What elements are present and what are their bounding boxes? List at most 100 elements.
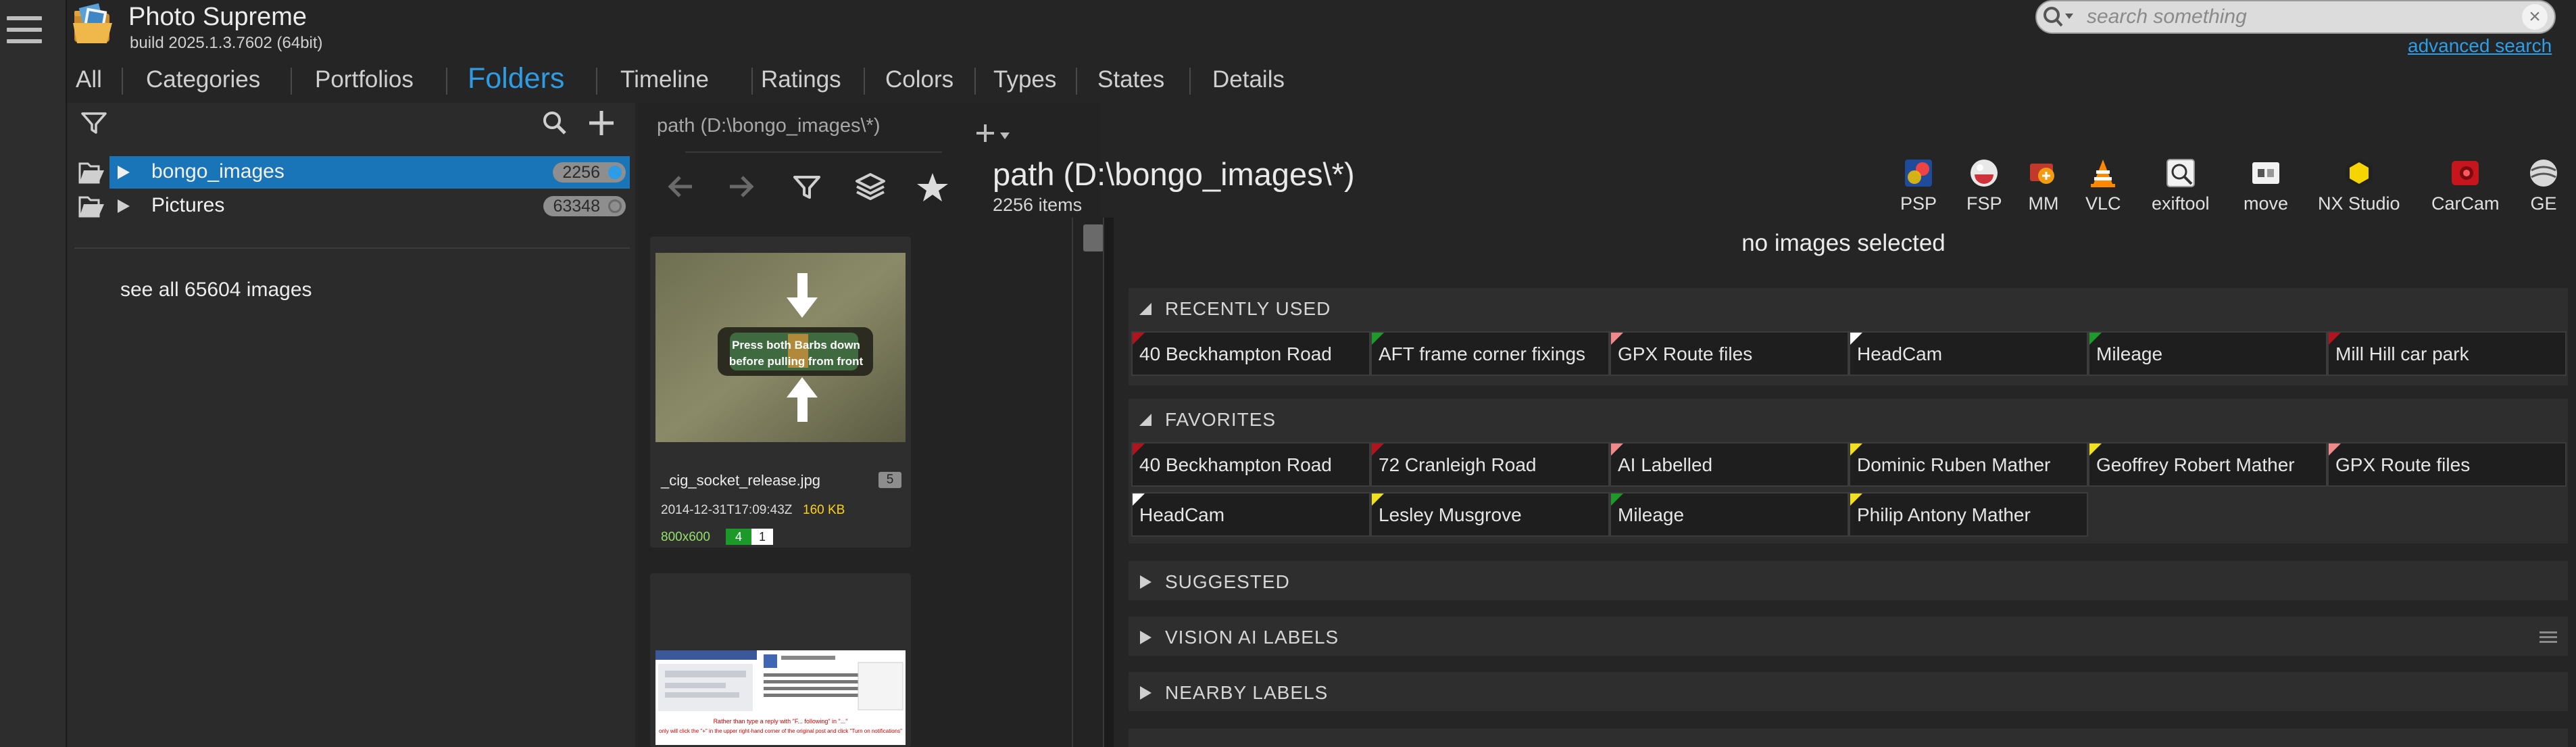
tab-timeline[interactable]: Timeline	[620, 66, 709, 93]
tool-carcam-button[interactable]: CarCam	[2431, 157, 2500, 214]
add-tab-button[interactable]	[976, 120, 1018, 147]
tool-exiftool-button[interactable]: exiftool	[2152, 157, 2210, 214]
tab-states[interactable]: States	[1097, 66, 1164, 93]
section-title: RECENTLY USED	[1165, 298, 1331, 319]
scrollbar-thumb[interactable]	[1083, 224, 1104, 251]
expand-arrow-icon[interactable]	[116, 198, 131, 214]
section-vision-ai-labels: VISION AI LABELS	[1129, 617, 2568, 656]
label-chip[interactable]: GPX Route files	[1610, 331, 1849, 376]
tab-ratings[interactable]: Ratings	[761, 66, 841, 93]
tool-label: NX Studio	[2318, 193, 2400, 214]
hamburger-menu-icon[interactable]	[7, 16, 42, 49]
star-icon[interactable]	[912, 166, 953, 207]
tab-types[interactable]: Types	[993, 66, 1056, 93]
divider	[74, 247, 630, 249]
tool-psp-button[interactable]: PSP	[1900, 157, 1937, 214]
thumbnail-card[interactable]: Press both Barbs down before pulling fro…	[650, 237, 911, 548]
thumbnail-caption: before pulling from front	[729, 355, 864, 368]
tool-label: PSP	[1900, 193, 1937, 214]
thumbnail-caption: Press both Barbs down	[732, 339, 860, 352]
search-icon[interactable]	[541, 110, 569, 137]
label-chip[interactable]: Mileage	[1610, 492, 1849, 537]
label-chip[interactable]: HeadCam	[1849, 331, 2088, 376]
label-text: HeadCam	[1139, 504, 1225, 525]
vlc-icon	[2087, 157, 2119, 189]
thumbnail-caption: only will click the "+" in the upper rig…	[659, 728, 902, 734]
thumbnail-filesize: 160 KB	[803, 503, 845, 517]
label-chip[interactable]: 40 Beckhampton Road	[1131, 442, 1370, 487]
section-header[interactable]: VISION AI LABELS	[1129, 617, 2568, 656]
label-chip[interactable]: HeadCam	[1131, 492, 1370, 537]
page-title: path (D:\bongo_images\*)	[993, 156, 1355, 192]
tab-separator	[446, 68, 447, 95]
filter-icon[interactable]	[80, 110, 108, 137]
label-chip[interactable]: Dominic Ruben Mather	[1849, 442, 2088, 487]
label-chip[interactable]: Geoffrey Robert Mather	[2088, 442, 2327, 487]
tab-details[interactable]: Details	[1212, 66, 1285, 93]
tool-label: CarCam	[2431, 193, 2500, 214]
thumbnail-scrollbar[interactable]	[1072, 218, 1103, 747]
tool-vlc-button[interactable]: VLC	[2085, 157, 2121, 214]
section-menu-icon[interactable]	[2538, 630, 2558, 645]
tab-colors[interactable]: Colors	[885, 66, 953, 93]
tool-mm-button[interactable]: MM	[2027, 157, 2060, 214]
tab-separator	[751, 68, 753, 95]
collapse-triangle-icon	[1138, 302, 1153, 316]
expand-arrow-icon[interactable]	[116, 164, 131, 180]
label-text: 40 Beckhampton Road	[1139, 454, 1332, 475]
label-chip[interactable]: Mill Hill car park	[2327, 331, 2567, 376]
layers-icon[interactable]	[850, 166, 891, 207]
tab-portfolios[interactable]: Portfolios	[315, 66, 414, 93]
label-chip[interactable]: 72 Cranleigh Road	[1370, 442, 1610, 487]
thumbnail-filename: _cig_socket_release.jpg	[661, 472, 821, 489]
label-chip[interactable]: Lesley Musgrove	[1370, 492, 1610, 537]
panel-splitter[interactable]	[1103, 218, 1114, 747]
label-text: 72 Cranleigh Road	[1379, 454, 1537, 475]
label-text: AI Labelled	[1618, 454, 1713, 475]
tool-move-button[interactable]: move	[2244, 157, 2288, 214]
label-chip[interactable]: Philip Antony Mather	[1849, 492, 2088, 537]
thumbnail-card[interactable]: Rather than type a reply with "F... foll…	[650, 573, 911, 747]
tool-ge-button[interactable]: GE	[2527, 157, 2560, 214]
tab-all[interactable]: All	[76, 66, 102, 93]
label-text: Mill Hill car park	[2335, 343, 2469, 364]
section-header[interactable]: FAVORITES	[1129, 399, 2568, 438]
add-icon[interactable]	[587, 108, 616, 138]
label-chip[interactable]: 40 Beckhampton Road	[1131, 331, 1370, 376]
label-text: AFT frame corner fixings	[1379, 343, 1586, 364]
label-chip[interactable]: GPX Route files	[2327, 442, 2567, 487]
folder-count: 2256	[562, 163, 600, 182]
tool-nx-studio-button[interactable]: NX Studio	[2318, 157, 2400, 214]
filter-icon[interactable]	[787, 166, 827, 207]
tool-fsp-button[interactable]: FSP	[1966, 157, 2002, 214]
thumbnail-image[interactable]: Rather than type a reply with "F... foll…	[655, 650, 906, 745]
section-header[interactable]: NEARBY LABELS	[1129, 672, 2568, 711]
tab-folders[interactable]: Folders	[468, 62, 564, 95]
label-chip[interactable]: AFT frame corner fixings	[1370, 331, 1610, 376]
forward-arrow-icon[interactable]	[720, 166, 761, 207]
version-badge: 1	[751, 529, 773, 545]
search-input[interactable]	[2085, 3, 2521, 31]
see-all-images-link[interactable]: see all 65604 images	[120, 279, 312, 302]
advanced-search-link[interactable]: advanced search	[2408, 35, 2552, 57]
search-icon[interactable]	[2041, 4, 2076, 30]
folder-label: Pictures	[151, 194, 225, 216]
back-arrow-icon[interactable]	[661, 166, 701, 207]
thumbnail-image[interactable]: Press both Barbs down before pulling fro…	[655, 253, 906, 442]
tab-categories[interactable]: Categories	[146, 66, 260, 93]
label-chip[interactable]: Mileage	[2088, 331, 2327, 376]
label-chip[interactable]: AI Labelled	[1610, 442, 1849, 487]
label-text: Dominic Ruben Mather	[1857, 454, 2051, 475]
label-text: Mileage	[1618, 504, 1685, 525]
folder-item-bongo-images[interactable]: bongo_images 2256	[74, 156, 630, 189]
search-clear-button[interactable]: ×	[2522, 4, 2548, 30]
version-badge: 4	[726, 529, 751, 545]
folder-item-pictures[interactable]: Pictures 63348	[74, 190, 630, 222]
thumbnail-caption: Rather than type a reply with "F... foll…	[714, 718, 848, 725]
section-header[interactable]: RECENTLY USED	[1129, 288, 2568, 327]
tool-label: exiftool	[2152, 193, 2210, 214]
tab-path[interactable]: path (D:\bongo_images\*)	[657, 115, 880, 137]
psp-icon	[1902, 157, 1935, 189]
exiftool-icon	[2164, 157, 2197, 189]
section-header[interactable]: SUGGESTED	[1129, 561, 2568, 600]
